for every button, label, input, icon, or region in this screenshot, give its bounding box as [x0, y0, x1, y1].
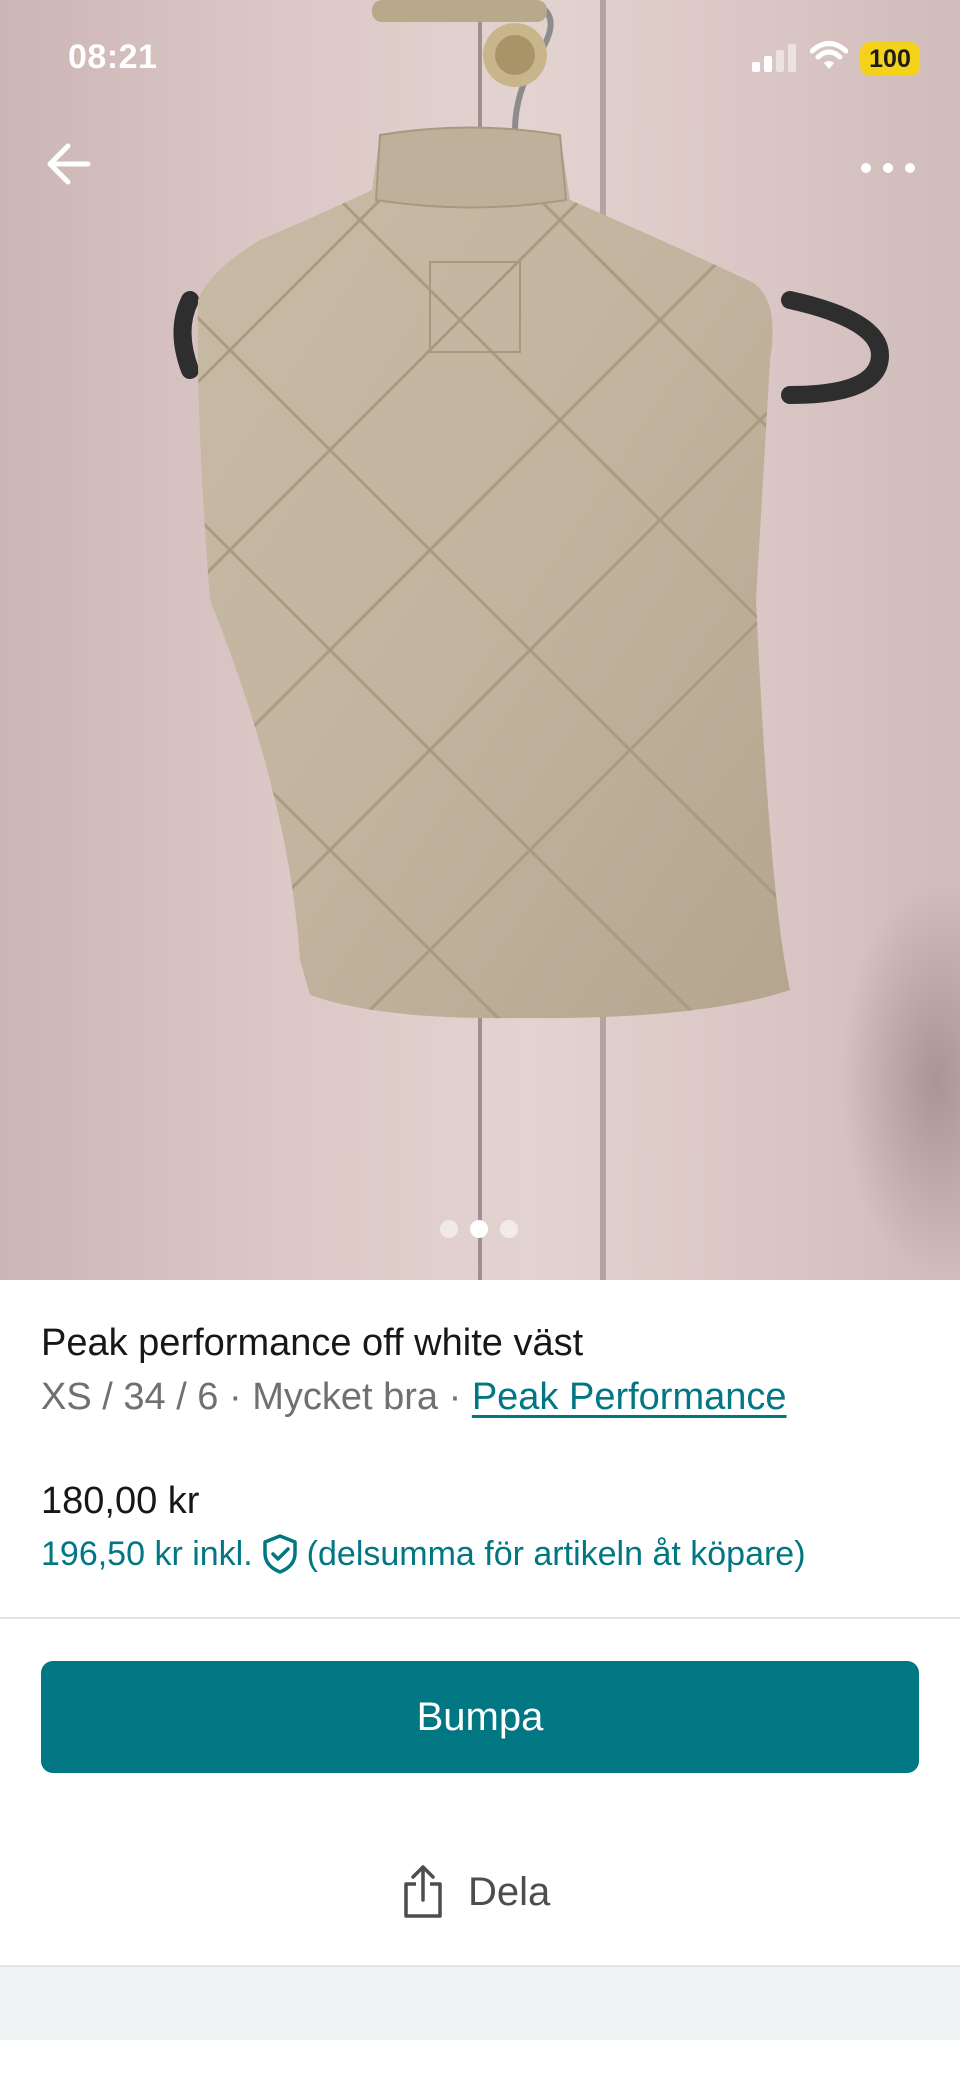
item-size-condition: XS / 34 / 6 · Mycket bra · [41, 1376, 472, 1418]
share-label: Dela [468, 1869, 551, 1914]
share-button[interactable]: Dela [400, 1862, 550, 1922]
battery-indicator: 100 [860, 42, 920, 76]
more-horizontal-icon [861, 163, 915, 173]
status-time: 08:21 [68, 38, 158, 76]
status-bar: 08:21 100 [0, 0, 960, 116]
shield-check-icon [262, 1534, 297, 1574]
gallery-pagination [438, 1218, 524, 1240]
item-info: Peak performance off white väst XS / 34 … [41, 1320, 921, 1420]
item-details: XS / 34 / 6 · Mycket bra · Peak Performa… [41, 1374, 921, 1420]
vest-image [173, 0, 890, 1019]
wifi-icon [810, 41, 848, 69]
gallery-dot-active[interactable] [470, 1220, 488, 1238]
back-button[interactable] [40, 136, 104, 192]
price-incl-value: 196,50 kr inkl. [41, 1535, 253, 1573]
more-options-button[interactable] [852, 148, 924, 188]
item-title: Peak performance off white väst [41, 1322, 584, 1364]
price-incl-note: (delsumma för artikeln åt köpare) [306, 1535, 806, 1573]
home-indicator-area [0, 2040, 960, 2079]
price-incl-protection[interactable]: 196,50 kr inkl. (delsumma för artikeln å… [41, 1530, 806, 1578]
bump-button[interactable]: Bumpa [41, 1661, 919, 1773]
arrow-left-icon [47, 143, 91, 185]
gallery-dot[interactable] [440, 1220, 458, 1238]
product-photo[interactable]: 08:21 100 [0, 0, 960, 1280]
share-icon [404, 1865, 442, 1918]
cellular-signal-icon [752, 44, 796, 72]
gallery-dot[interactable] [500, 1220, 518, 1238]
brand-link[interactable]: Peak Performance [472, 1376, 787, 1418]
item-price: 180,00 kr [41, 1480, 200, 1522]
section-divider [0, 1617, 960, 1619]
